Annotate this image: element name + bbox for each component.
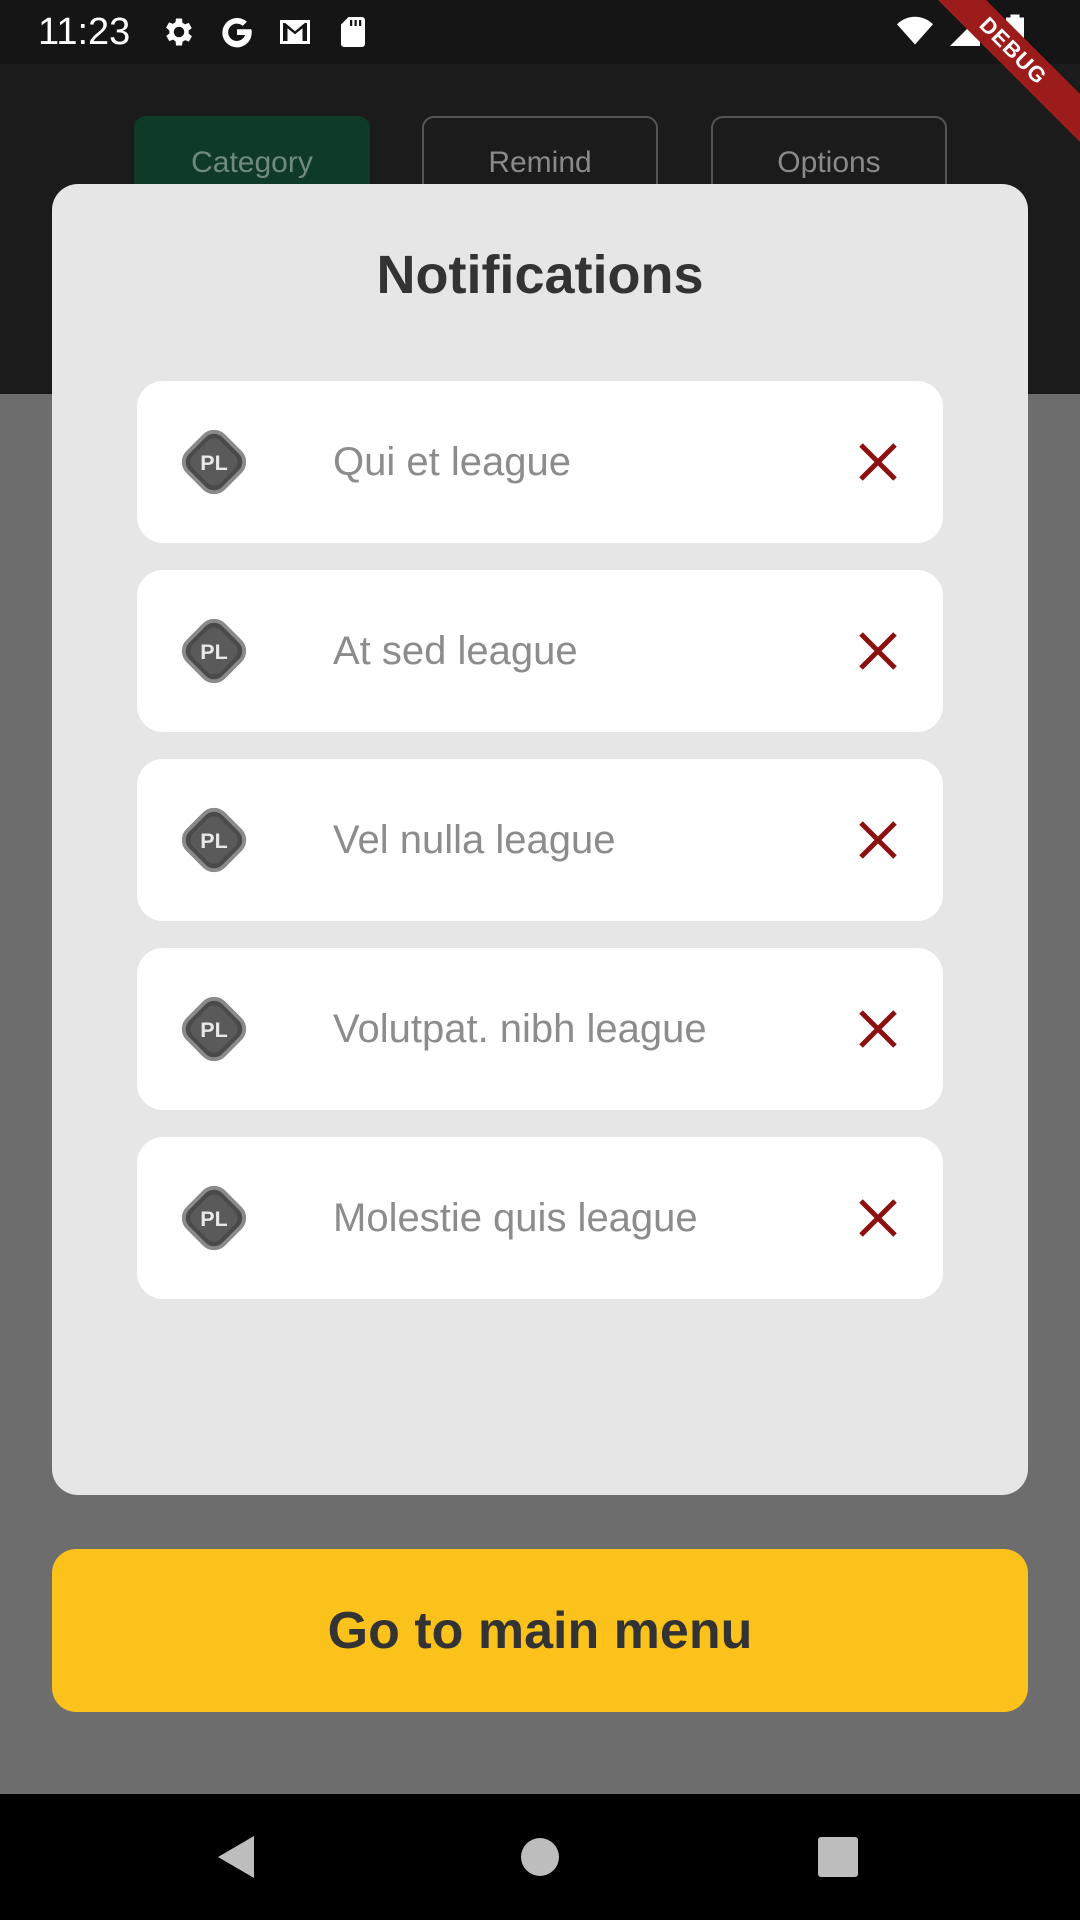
- gmail-icon: [276, 13, 314, 51]
- status-time: 11:23: [38, 10, 131, 53]
- navigation-bar: [0, 1794, 1080, 1920]
- list-item: PL Molestie quis league: [137, 1137, 943, 1299]
- notifications-dialog: Notifications PL Qui et league PL At sed…: [52, 184, 1028, 1495]
- wifi-icon: [896, 12, 934, 50]
- list-item: PL Vel nulla league: [137, 759, 943, 921]
- league-badge-icon: PL: [175, 801, 253, 879]
- home-icon[interactable]: [507, 1824, 573, 1890]
- gear-icon: [160, 13, 198, 51]
- list-item-label: Qui et league: [333, 439, 571, 484]
- league-badge-text: PL: [200, 829, 227, 853]
- back-icon[interactable]: [206, 1824, 272, 1890]
- league-badge-text: PL: [200, 451, 227, 475]
- list-item-label: Molestie quis league: [333, 1195, 698, 1240]
- close-icon[interactable]: [855, 439, 901, 485]
- close-icon[interactable]: [855, 817, 901, 863]
- dialog-title: Notifications: [376, 245, 704, 305]
- close-icon[interactable]: [855, 1006, 901, 1052]
- list-item: PL Qui et league: [137, 381, 943, 543]
- list-item-label: Volutpat. nibh league: [333, 1006, 707, 1051]
- sd-card-icon: [334, 13, 372, 51]
- league-badge-icon: PL: [175, 990, 253, 1068]
- league-badge-icon: PL: [175, 423, 253, 501]
- list-item-label: Vel nulla league: [333, 817, 616, 862]
- close-icon[interactable]: [855, 628, 901, 674]
- league-badge-text: PL: [200, 1207, 227, 1231]
- list-item: PL Volutpat. nibh league: [137, 948, 943, 1110]
- close-icon[interactable]: [855, 1195, 901, 1241]
- league-badge-text: PL: [200, 640, 227, 664]
- go-to-main-menu-button[interactable]: Go to main menu: [52, 1549, 1028, 1712]
- league-badge-icon: PL: [175, 1179, 253, 1257]
- league-badge-text: PL: [200, 1018, 227, 1042]
- list-item: PL At sed league: [137, 570, 943, 732]
- status-bar: 11:23: [0, 0, 1080, 64]
- notification-list: PL Qui et league PL At sed league PL Vel…: [137, 381, 943, 1326]
- league-badge-icon: PL: [175, 612, 253, 690]
- list-item-label: At sed league: [333, 628, 578, 673]
- screen: 11:23 DEBUG Category Remind Options Noti…: [0, 0, 1080, 1920]
- google-icon: [218, 13, 256, 51]
- recents-icon[interactable]: [805, 1824, 871, 1890]
